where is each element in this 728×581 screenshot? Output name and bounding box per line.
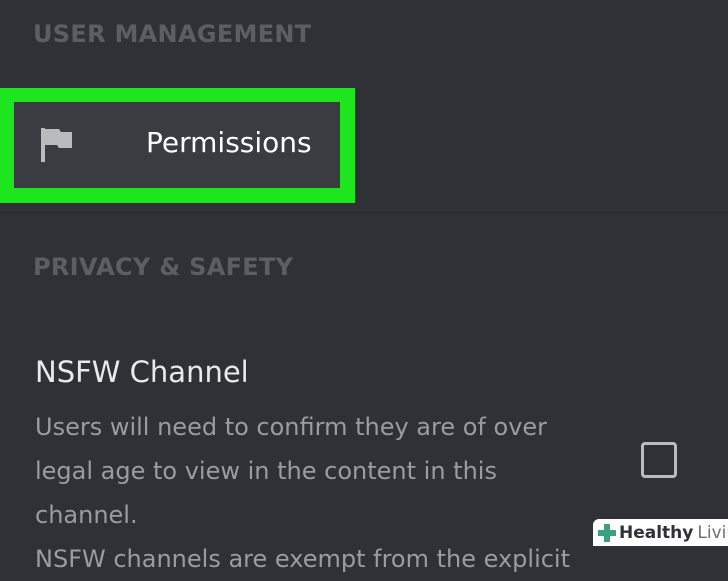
permissions-label: Permissions [146, 126, 312, 159]
watermark-light-text: Living [697, 522, 728, 543]
watermark-badge: Healthy Living [593, 519, 728, 546]
nsfw-checkbox[interactable] [641, 442, 677, 478]
nsfw-channel-title: NSFW Channel [35, 355, 249, 389]
section-divider [0, 212, 728, 213]
permissions-item[interactable]: Permissions [14, 102, 340, 188]
user-management-header: USER MANAGEMENT [33, 20, 312, 48]
privacy-safety-header: PRIVACY & SAFETY [33, 253, 294, 281]
watermark-bold-text: Healthy [619, 522, 694, 543]
nsfw-channel-description: Users will need to confirm they are of o… [35, 413, 571, 573]
medical-cross-icon [598, 523, 616, 542]
flag-icon [41, 128, 72, 162]
